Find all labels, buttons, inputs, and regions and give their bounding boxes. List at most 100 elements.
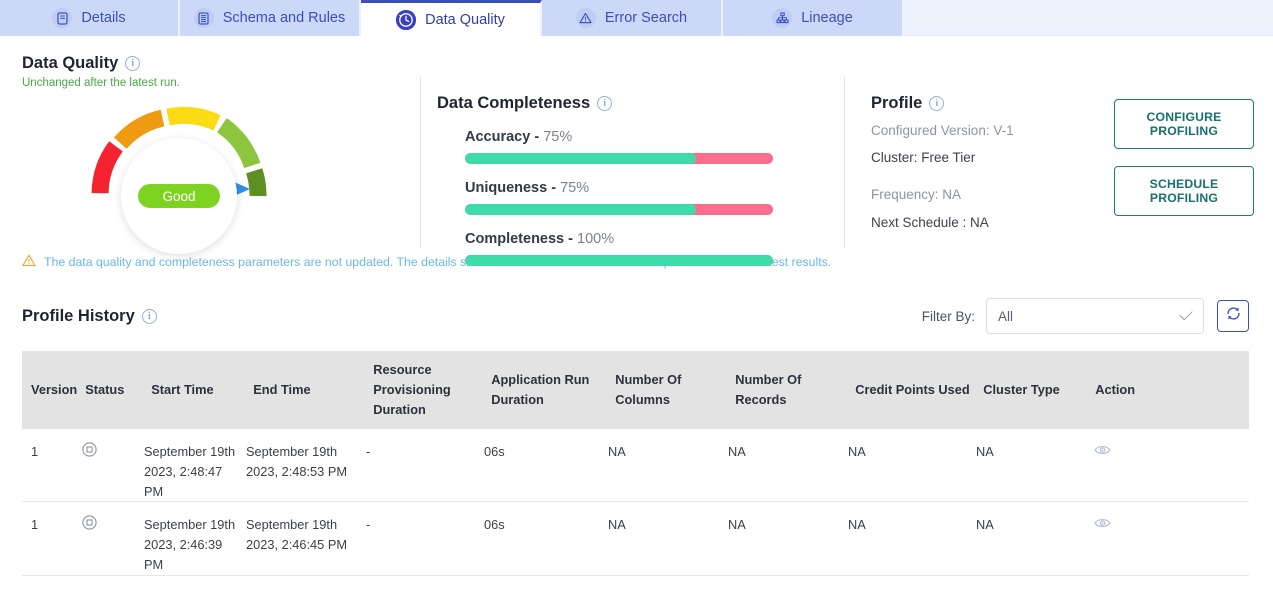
chevron-down-icon bbox=[1179, 306, 1192, 319]
metric-percent: 100% bbox=[577, 231, 614, 247]
cell-application-run-duration: 06s bbox=[484, 442, 608, 462]
metric-label: Uniqueness - 75% bbox=[465, 180, 844, 196]
refresh-icon bbox=[1225, 305, 1242, 327]
profile-title: Profile i bbox=[871, 94, 1106, 113]
cell-credit-points-used: NA bbox=[848, 515, 976, 535]
metric-bar-track bbox=[465, 153, 773, 164]
data-quality-panel: Data Quality i Unchanged after the lates… bbox=[0, 36, 420, 248]
metric-accuracy: Accuracy - 75% bbox=[465, 129, 844, 164]
tab-schema-and-rules[interactable]: Schema and Rules bbox=[180, 0, 361, 36]
data-quality-subtitle: Unchanged after the latest run. bbox=[22, 77, 420, 89]
cell-number-of-columns: NA bbox=[608, 515, 728, 535]
schedule-profiling-button[interactable]: SCHEDULE PROFILING bbox=[1114, 166, 1254, 216]
column-header-action: Action bbox=[1095, 376, 1249, 404]
data-quality-rating-badge: Good bbox=[138, 184, 220, 208]
eye-icon[interactable] bbox=[1094, 444, 1111, 459]
cell-start-time-date: September 19th bbox=[144, 442, 238, 462]
main-tab-bar: Details Schema and Rules Data Quality Er… bbox=[0, 0, 1273, 36]
cell-start-time-clock: 2023, 2:48:47 PM bbox=[144, 462, 238, 502]
data-completeness-title: Data Completeness i bbox=[437, 94, 844, 113]
data-completeness-title-text: Data Completeness bbox=[437, 94, 590, 113]
tab-label: Schema and Rules bbox=[223, 10, 346, 26]
cell-end-time-date: September 19th bbox=[246, 515, 358, 535]
warning-triangle-icon bbox=[22, 254, 36, 270]
metric-percent: 75% bbox=[560, 180, 589, 196]
profile-next-schedule: Next Schedule : NA bbox=[871, 214, 1106, 232]
metric-uniqueness: Uniqueness - 75% bbox=[465, 180, 844, 215]
cell-number-of-records: NA bbox=[728, 515, 848, 535]
cell-version: 1 bbox=[22, 442, 78, 462]
profile-actions: CONFIGURE PROFILING SCHEDULE PROFILING bbox=[1114, 94, 1254, 248]
column-header-version: Version bbox=[22, 376, 85, 404]
info-icon[interactable]: i bbox=[125, 56, 140, 71]
filter-by-select[interactable]: All bbox=[986, 298, 1204, 334]
cell-action bbox=[1088, 442, 1249, 462]
info-icon[interactable]: i bbox=[597, 96, 612, 111]
cell-start-time-date: September 19th bbox=[144, 515, 238, 535]
cell-end-time: September 19th 2023, 2:48:53 PM bbox=[246, 442, 366, 482]
cell-start-time: September 19th 2023, 2:48:47 PM bbox=[144, 442, 246, 501]
stopped-circle-icon bbox=[82, 518, 97, 533]
stopped-circle-icon bbox=[82, 445, 97, 460]
cell-end-time-date: September 19th bbox=[246, 442, 358, 462]
tab-data-quality[interactable]: Data Quality bbox=[361, 0, 542, 36]
document-icon bbox=[52, 8, 72, 28]
info-icon[interactable]: i bbox=[142, 309, 157, 324]
tab-label: Error Search bbox=[605, 10, 687, 26]
data-quality-title-text: Data Quality bbox=[22, 54, 118, 73]
profile-history-table: Version Status Start Time End Time Resou… bbox=[22, 351, 1249, 576]
metric-label: Accuracy - 75% bbox=[465, 129, 844, 145]
metric-name: Uniqueness bbox=[465, 180, 547, 196]
cell-resource-provisioning-duration: - bbox=[366, 515, 484, 535]
metric-name: Completeness bbox=[465, 231, 564, 247]
table-header-row: Version Status Start Time End Time Resou… bbox=[22, 351, 1249, 429]
data-completeness-panel: Data Completeness i Accuracy - 75% Uniqu… bbox=[420, 76, 844, 248]
profile-frequency: Frequency: NA bbox=[871, 186, 1106, 204]
cell-resource-provisioning-duration: - bbox=[366, 442, 484, 462]
hierarchy-icon bbox=[772, 8, 792, 28]
column-header-credit-points-used: Credit Points Used bbox=[855, 376, 983, 404]
configure-profiling-button[interactable]: CONFIGURE PROFILING bbox=[1114, 99, 1254, 149]
eye-icon[interactable] bbox=[1094, 517, 1111, 532]
metric-separator: - bbox=[530, 129, 543, 145]
profile-history-title-text: Profile History bbox=[22, 307, 135, 326]
column-header-end-time: End Time bbox=[253, 376, 373, 404]
cell-end-time: September 19th 2023, 2:46:45 PM bbox=[246, 515, 366, 555]
tab-label: Data Quality bbox=[425, 12, 505, 28]
profile-cluster: Cluster: Free Tier bbox=[871, 149, 1106, 167]
metric-percent: 75% bbox=[543, 129, 572, 145]
table-row: 1 September 19th 2023, 2:46:39 PM Septem… bbox=[22, 502, 1249, 575]
info-icon[interactable]: i bbox=[929, 96, 944, 111]
list-icon bbox=[194, 8, 214, 28]
tab-lineage[interactable]: Lineage bbox=[723, 0, 904, 36]
metric-bar-fill bbox=[465, 204, 696, 215]
profile-title-text: Profile bbox=[871, 94, 922, 113]
metric-label: Completeness - 100% bbox=[465, 231, 844, 247]
refresh-button[interactable] bbox=[1217, 300, 1249, 332]
metric-separator: - bbox=[564, 231, 577, 247]
column-header-number-of-columns: Number Of Columns bbox=[615, 366, 735, 414]
profile-history-header: Profile History i Filter By: All bbox=[0, 270, 1273, 334]
cell-version: 1 bbox=[22, 515, 78, 535]
profile-history-title: Profile History i bbox=[22, 307, 157, 326]
tab-error-search[interactable]: Error Search bbox=[542, 0, 723, 36]
summary-panels: Data Quality i Unchanged after the lates… bbox=[0, 36, 1273, 248]
cell-action bbox=[1088, 515, 1249, 535]
cell-application-run-duration: 06s bbox=[484, 515, 608, 535]
cell-number-of-columns: NA bbox=[608, 442, 728, 462]
tab-label: Lineage bbox=[801, 10, 853, 26]
clock-history-icon bbox=[396, 10, 416, 30]
tab-bar-filler bbox=[904, 0, 1273, 35]
cell-credit-points-used: NA bbox=[848, 442, 976, 462]
column-header-application-run-duration: Application Run Duration bbox=[491, 366, 615, 414]
filter-by-value: All bbox=[998, 309, 1180, 324]
metric-bar-fill bbox=[465, 153, 696, 164]
data-quality-title: Data Quality i bbox=[22, 54, 420, 73]
metric-bar-track bbox=[465, 204, 773, 215]
cell-end-time-clock: 2023, 2:46:45 PM bbox=[246, 535, 358, 555]
cell-start-time-clock: 2023, 2:46:39 PM bbox=[144, 535, 238, 575]
metric-bar-track bbox=[465, 255, 773, 266]
profile-configured-version: Configured Version: V-1 bbox=[871, 122, 1106, 140]
tab-details[interactable]: Details bbox=[0, 0, 180, 36]
cell-cluster-type: NA bbox=[976, 442, 1088, 462]
